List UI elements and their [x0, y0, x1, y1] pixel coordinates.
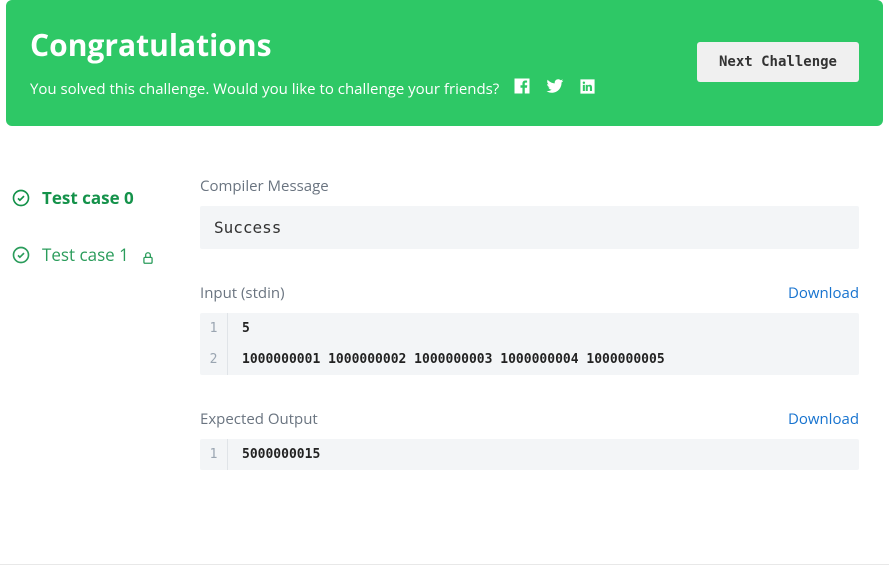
- facebook-icon[interactable]: [513, 77, 531, 100]
- test-case-label: Test case 1: [42, 243, 129, 266]
- compiler-message: Success: [200, 206, 859, 249]
- compiler-title: Compiler Message: [200, 176, 329, 196]
- banner-subtitle: You solved this challenge. Would you lik…: [30, 79, 499, 99]
- expected-code-block: 1 5000000015: [200, 439, 859, 470]
- line-number: 1: [200, 439, 228, 470]
- section-head: Compiler Message: [200, 176, 859, 196]
- test-case-sidebar: Test case 0 Test case 1: [0, 176, 200, 504]
- section-head: Input (stdin) Download: [200, 283, 859, 303]
- section-head: Expected Output Download: [200, 409, 859, 429]
- lock-icon: [141, 248, 155, 262]
- divider: [0, 564, 889, 565]
- content-area: Test case 0 Test case 1 Compiler Message…: [0, 126, 889, 504]
- code-line: 1 5: [200, 313, 859, 344]
- next-challenge-button[interactable]: Next Challenge: [697, 42, 859, 82]
- test-case-label: Test case 0: [42, 186, 134, 209]
- line-content: 5000000015: [228, 439, 334, 470]
- download-input-link[interactable]: Download: [788, 283, 859, 303]
- compiler-section: Compiler Message Success: [200, 176, 859, 249]
- linkedin-icon[interactable]: [579, 78, 596, 100]
- check-circle-icon: [12, 189, 30, 207]
- social-icons: [513, 77, 596, 100]
- check-circle-icon: [12, 246, 30, 264]
- banner-left: Congratulations You solved this challeng…: [30, 24, 596, 100]
- input-code-block: 1 5 2 1000000001 1000000002 1000000003 1…: [200, 313, 859, 375]
- test-case-0[interactable]: Test case 0: [12, 176, 200, 233]
- line-content: 1000000001 1000000002 1000000003 1000000…: [228, 344, 679, 375]
- banner-title: Congratulations: [30, 24, 596, 65]
- input-section: Input (stdin) Download 1 5 2 1000000001 …: [200, 283, 859, 375]
- code-line: 1 5000000015: [200, 439, 859, 470]
- twitter-icon[interactable]: [545, 77, 565, 100]
- download-expected-link[interactable]: Download: [788, 409, 859, 429]
- code-line: 2 1000000001 1000000002 1000000003 10000…: [200, 344, 859, 375]
- test-case-1[interactable]: Test case 1: [12, 233, 200, 290]
- expected-section: Expected Output Download 1 5000000015: [200, 409, 859, 470]
- line-number: 1: [200, 313, 228, 344]
- banner-sub-row: You solved this challenge. Would you lik…: [30, 77, 596, 100]
- expected-title: Expected Output: [200, 409, 318, 429]
- line-content: 5: [228, 313, 264, 344]
- result-panel: Compiler Message Success Input (stdin) D…: [200, 176, 889, 504]
- input-title: Input (stdin): [200, 283, 285, 303]
- success-banner: Congratulations You solved this challeng…: [6, 0, 883, 126]
- line-number: 2: [200, 344, 228, 375]
